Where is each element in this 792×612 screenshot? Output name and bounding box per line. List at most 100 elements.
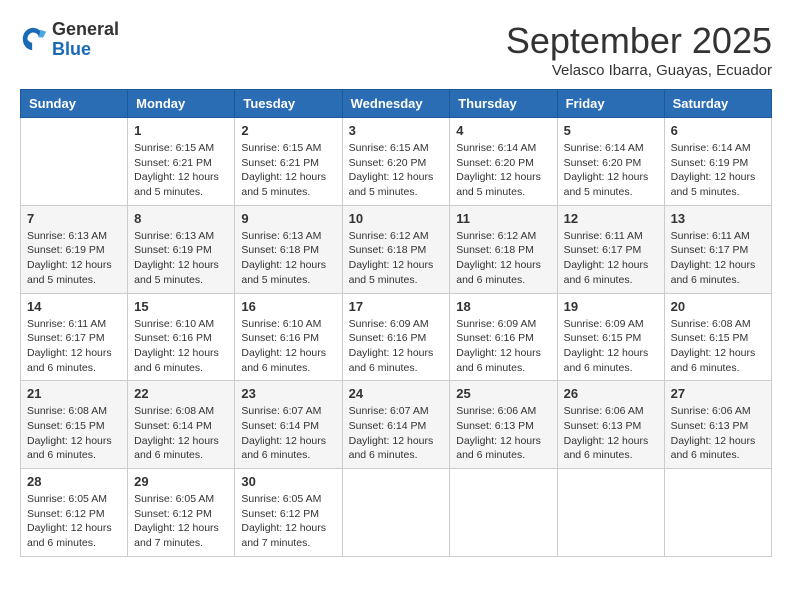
calendar-week-row: 21Sunrise: 6:08 AMSunset: 6:15 PMDayligh…	[21, 381, 772, 469]
logo-general: General	[52, 20, 119, 40]
calendar-cell: 22Sunrise: 6:08 AMSunset: 6:14 PMDayligh…	[128, 381, 235, 469]
calendar-cell: 27Sunrise: 6:06 AMSunset: 6:13 PMDayligh…	[664, 381, 771, 469]
calendar-cell: 11 Sunrise: 6:12 AMSunset: 6:18 PMDayligh…	[450, 205, 557, 293]
weekday-header: Friday	[557, 90, 664, 118]
calendar-cell: 20 Sunrise: 6:08 AMSunset: 6:15 PMDayligh…	[664, 293, 771, 381]
day-number: 1	[134, 123, 228, 138]
day-info: Sunrise: 6:14 AMSunset: 6:20 PMDaylight:…	[456, 141, 550, 200]
day-info: Sunrise: 6:09 AMSunset: 6:16 PMDaylight:…	[349, 317, 444, 376]
calendar-cell: 1Sunrise: 6:15 AMSunset: 6:21 PMDaylight…	[128, 118, 235, 206]
day-info: Sunrise: 6:05 AMSunset: 6:12 PMDaylight:…	[134, 492, 228, 551]
logo-text: General Blue	[52, 20, 119, 60]
day-number: 4	[456, 123, 550, 138]
day-number: 25	[456, 386, 550, 401]
calendar-cell: 15 Sunrise: 6:10 AMSunset: 6:16 PMDayligh…	[128, 293, 235, 381]
page-header: General Blue September 2025 Velasco Ibar…	[20, 20, 772, 79]
weekday-header: Tuesday	[235, 90, 342, 118]
calendar-cell: 18Sunrise: 6:09 AMSunset: 6:16 PMDayligh…	[450, 293, 557, 381]
calendar-cell: 14 Sunrise: 6:11 AMSunset: 6:17 PMDayligh…	[21, 293, 128, 381]
day-info: Sunrise: 6:08 AMSunset: 6:15 PMDaylight:…	[671, 317, 765, 376]
day-number: 6	[671, 123, 765, 138]
logo-blue: Blue	[52, 40, 119, 60]
calendar-cell	[342, 469, 450, 557]
day-number: 22	[134, 386, 228, 401]
calendar-cell: 23 Sunrise: 6:07 AMSunset: 6:14 PMDayligh…	[235, 381, 342, 469]
day-number: 11	[456, 211, 550, 226]
location: Velasco Ibarra, Guayas, Ecuador	[506, 62, 772, 79]
day-info: Sunrise: 6:06 AMSunset: 6:13 PMDaylight:…	[671, 404, 765, 463]
day-number: 30	[241, 474, 335, 489]
calendar-cell: 10 Sunrise: 6:12 AMSunset: 6:18 PMDayligh…	[342, 205, 450, 293]
day-info: Sunrise: 6:13 AMSunset: 6:18 PMDaylight:…	[241, 229, 335, 288]
day-info: Sunrise: 6:06 AMSunset: 6:13 PMDaylight:…	[564, 404, 658, 463]
day-info: Sunrise: 6:12 AMSunset: 6:18 PMDaylight:…	[349, 229, 444, 288]
day-number: 7	[27, 211, 121, 226]
day-number: 10	[349, 211, 444, 226]
logo-icon	[20, 24, 48, 56]
day-number: 26	[564, 386, 658, 401]
title-block: September 2025 Velasco Ibarra, Guayas, E…	[506, 20, 772, 79]
weekday-header: Thursday	[450, 90, 557, 118]
day-info: Sunrise: 6:05 AMSunset: 6:12 PMDaylight:…	[27, 492, 121, 551]
calendar-week-row: 14 Sunrise: 6:11 AMSunset: 6:17 PMDayligh…	[21, 293, 772, 381]
calendar-cell	[557, 469, 664, 557]
day-number: 16	[241, 299, 335, 314]
day-number: 15	[134, 299, 228, 314]
day-info: Sunrise: 6:06 AMSunset: 6:13 PMDaylight:…	[456, 404, 550, 463]
day-number: 3	[349, 123, 444, 138]
day-info: Sunrise: 6:07 AMSunset: 6:14 PMDaylight:…	[241, 404, 335, 463]
calendar-cell: 13Sunrise: 6:11 AMSunset: 6:17 PMDayligh…	[664, 205, 771, 293]
day-info: Sunrise: 6:10 AMSunset: 6:16 PMDaylight:…	[241, 317, 335, 376]
day-number: 24	[349, 386, 444, 401]
day-info: Sunrise: 6:15 AMSunset: 6:20 PMDaylight:…	[349, 141, 444, 200]
calendar-cell: 29 Sunrise: 6:05 AMSunset: 6:12 PMDayligh…	[128, 469, 235, 557]
weekday-header: Saturday	[664, 90, 771, 118]
calendar-cell: 17 Sunrise: 6:09 AMSunset: 6:16 PMDayligh…	[342, 293, 450, 381]
calendar-cell: 12Sunrise: 6:11 AMSunset: 6:17 PMDayligh…	[557, 205, 664, 293]
calendar-cell: 3 Sunrise: 6:15 AMSunset: 6:20 PMDaylight…	[342, 118, 450, 206]
day-info: Sunrise: 6:11 AMSunset: 6:17 PMDaylight:…	[564, 229, 658, 288]
day-info: Sunrise: 6:09 AMSunset: 6:15 PMDaylight:…	[564, 317, 658, 376]
calendar-table: SundayMondayTuesdayWednesdayThursdayFrid…	[20, 89, 772, 557]
calendar-cell: 25 Sunrise: 6:06 AMSunset: 6:13 PMDayligh…	[450, 381, 557, 469]
logo: General Blue	[20, 20, 119, 60]
day-number: 29	[134, 474, 228, 489]
calendar-week-row: 7 Sunrise: 6:13 AMSunset: 6:19 PMDaylight…	[21, 205, 772, 293]
day-info: Sunrise: 6:10 AMSunset: 6:16 PMDaylight:…	[134, 317, 228, 376]
day-number: 18	[456, 299, 550, 314]
calendar-cell: 28 Sunrise: 6:05 AMSunset: 6:12 PMDayligh…	[21, 469, 128, 557]
day-number: 14	[27, 299, 121, 314]
calendar-week-row: 28 Sunrise: 6:05 AMSunset: 6:12 PMDayligh…	[21, 469, 772, 557]
calendar-cell: 19 Sunrise: 6:09 AMSunset: 6:15 PMDayligh…	[557, 293, 664, 381]
day-number: 8	[134, 211, 228, 226]
calendar-cell: 16 Sunrise: 6:10 AMSunset: 6:16 PMDayligh…	[235, 293, 342, 381]
day-info: Sunrise: 6:14 AMSunset: 6:20 PMDaylight:…	[564, 141, 658, 200]
calendar-header-row: SundayMondayTuesdayWednesdayThursdayFrid…	[21, 90, 772, 118]
weekday-header: Sunday	[21, 90, 128, 118]
calendar-cell: 4 Sunrise: 6:14 AMSunset: 6:20 PMDaylight…	[450, 118, 557, 206]
calendar-week-row: 1 Sunrise: 6:15 AMSunset: 6:21 PMDaylight…	[21, 118, 772, 206]
day-info: Sunrise: 6:13 AMSunset: 6:19 PMDaylight:…	[27, 229, 121, 288]
calendar-cell: 30 Sunrise: 6:05 AMSunset: 6:12 PMDayligh…	[235, 469, 342, 557]
day-info: Sunrise: 6:12 AMSunset: 6:18 PMDaylight:…	[456, 229, 550, 288]
day-number: 2	[241, 123, 335, 138]
day-number: 19	[564, 299, 658, 314]
day-info: Sunrise: 6:07 AMSunset: 6:14 PMDaylight:…	[349, 404, 444, 463]
calendar-cell: 26 Sunrise: 6:06 AMSunset: 6:13 PMDayligh…	[557, 381, 664, 469]
calendar-cell: 9 Sunrise: 6:13 AMSunset: 6:18 PMDaylight…	[235, 205, 342, 293]
day-number: 5	[564, 123, 658, 138]
day-info: Sunrise: 6:15 AMSunset: 6:21 PMDaylight:…	[241, 141, 335, 200]
day-number: 20	[671, 299, 765, 314]
calendar-cell: 5 Sunrise: 6:14 AMSunset: 6:20 PMDaylight…	[557, 118, 664, 206]
calendar-cell: 24 Sunrise: 6:07 AMSunset: 6:14 PMDayligh…	[342, 381, 450, 469]
weekday-header: Monday	[128, 90, 235, 118]
day-info: Sunrise: 6:05 AMSunset: 6:12 PMDaylight:…	[241, 492, 335, 551]
day-number: 9	[241, 211, 335, 226]
day-number: 17	[349, 299, 444, 314]
day-number: 23	[241, 386, 335, 401]
calendar-cell	[664, 469, 771, 557]
day-info: Sunrise: 6:11 AMSunset: 6:17 PMDaylight:…	[27, 317, 121, 376]
calendar-cell: 8Sunrise: 6:13 AMSunset: 6:19 PMDaylight…	[128, 205, 235, 293]
day-number: 28	[27, 474, 121, 489]
day-number: 21	[27, 386, 121, 401]
